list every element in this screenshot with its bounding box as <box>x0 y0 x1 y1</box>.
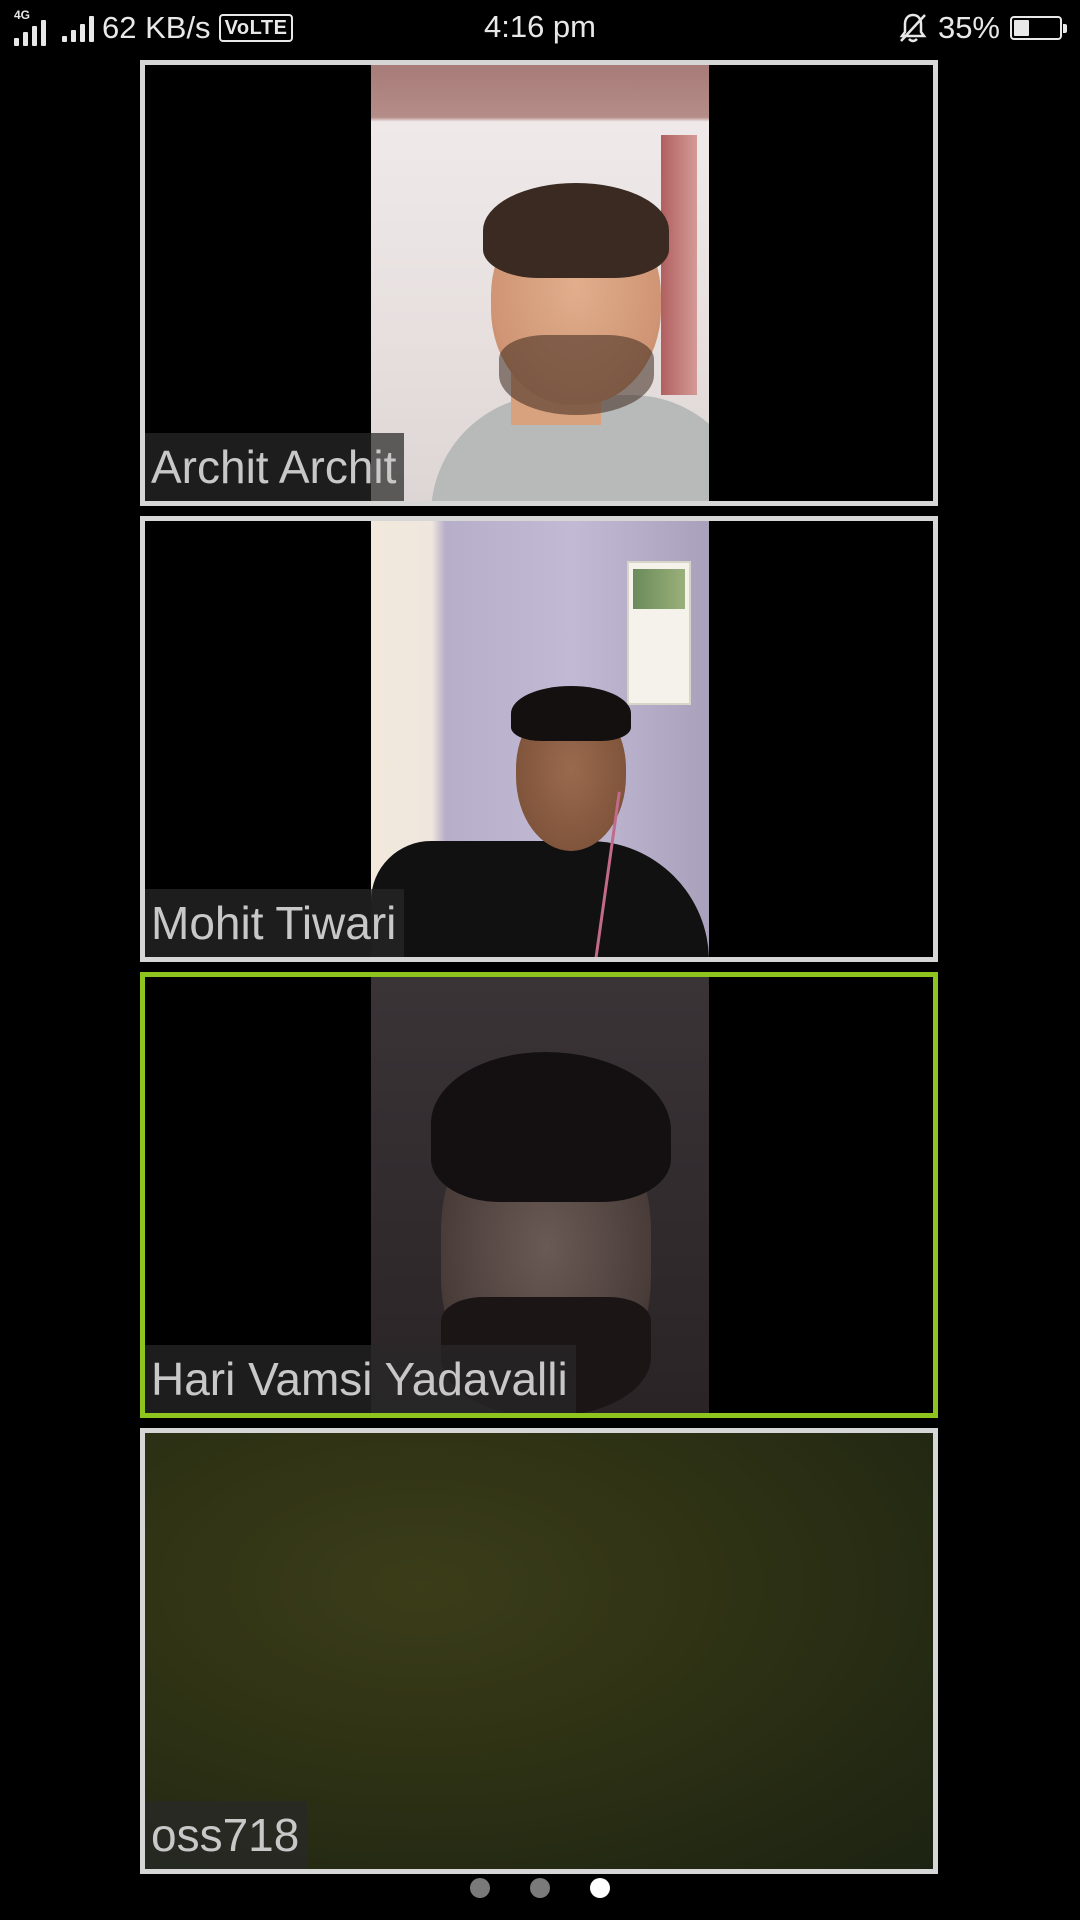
participant-video <box>371 65 709 501</box>
battery-icon <box>1010 16 1067 40</box>
page-indicator <box>0 1878 1080 1898</box>
battery-fill <box>1014 20 1029 36</box>
page-dot-3-current[interactable] <box>590 1878 610 1898</box>
battery-percent: 35% <box>937 10 1000 45</box>
participant-tile-active-speaker[interactable]: Hari Vamsi Yadavalli <box>140 972 938 1418</box>
status-right: 35% <box>898 10 1067 46</box>
participant-name: Archit Archit <box>145 433 405 501</box>
participant-tile[interactable]: Archit Archit <box>140 60 938 506</box>
page-dot-2[interactable] <box>530 1878 550 1898</box>
bell-muted-icon <box>899 13 927 43</box>
participant-name: oss718 <box>145 1801 308 1869</box>
participant-tile[interactable]: Mohit Tiwari <box>140 516 938 962</box>
page-dot-1[interactable] <box>470 1878 490 1898</box>
participant-name: Mohit Tiwari <box>145 889 405 957</box>
participant-tile[interactable]: oss718 <box>140 1428 938 1874</box>
participant-name: Hari Vamsi Yadavalli <box>145 1345 576 1413</box>
participant-video <box>371 521 709 957</box>
status-bar: 4G 62 KB/s VoLTE 4:16 pm 35% <box>0 0 1080 56</box>
